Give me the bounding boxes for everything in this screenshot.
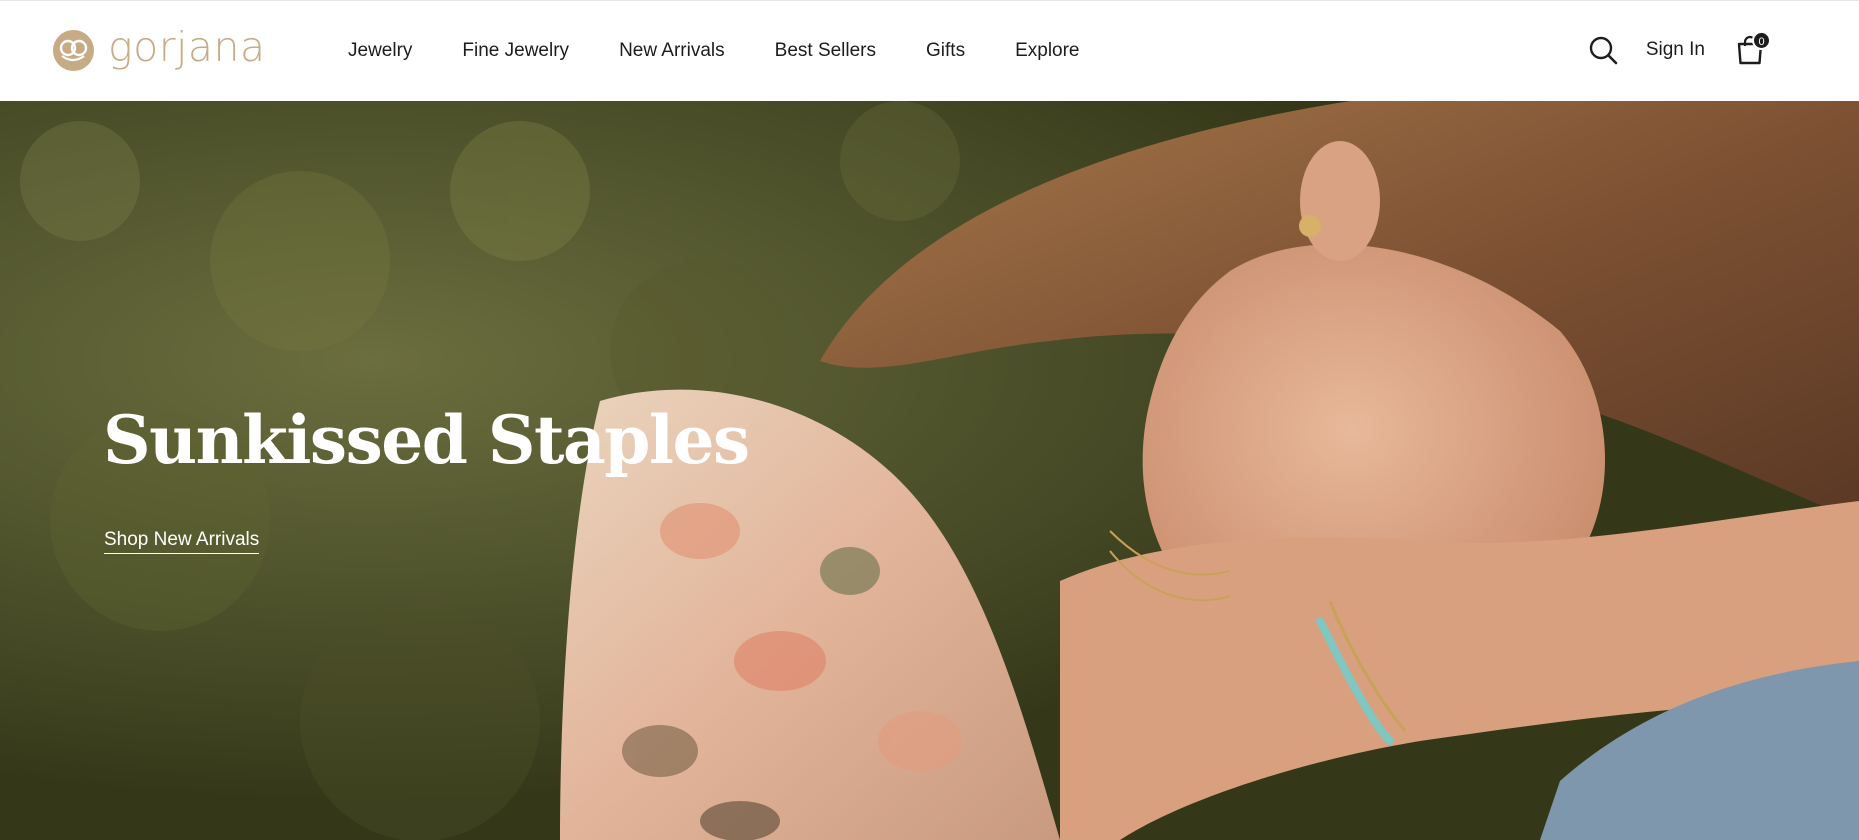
bag-count-badge: 0 [1752, 31, 1771, 50]
brand-wordmark: gorjana [108, 23, 266, 71]
header-utilities: Sign In 0 [1588, 31, 1771, 66]
nav-item-gifts[interactable]: Gifts [926, 39, 965, 63]
nav-item-fine-jewelry[interactable]: Fine Jewelry [462, 39, 569, 63]
nav-item-jewelry[interactable]: Jewelry [348, 39, 412, 63]
logo-mark-icon [53, 30, 94, 71]
brand-logo[interactable]: gorjana [53, 23, 266, 71]
nav-item-best-sellers[interactable]: Best Sellers [775, 39, 876, 63]
hero-banner: Sunkissed Staples Shop New Arrivals [0, 101, 1859, 840]
nav-item-new-arrivals[interactable]: New Arrivals [619, 39, 725, 63]
site-header: gorjana Jewelry Fine Jewelry New Arrival… [0, 0, 1859, 101]
main-nav: Jewelry Fine Jewelry New Arrivals Best S… [348, 39, 1130, 63]
sign-in-link[interactable]: Sign In [1646, 39, 1705, 61]
nav-item-explore[interactable]: Explore [1015, 39, 1079, 63]
shopping-bag-button[interactable]: 0 [1735, 31, 1771, 66]
search-icon[interactable] [1588, 35, 1618, 65]
hero-title: Sunkissed Staples [103, 401, 750, 479]
shop-new-arrivals-link[interactable]: Shop New Arrivals [104, 529, 260, 554]
